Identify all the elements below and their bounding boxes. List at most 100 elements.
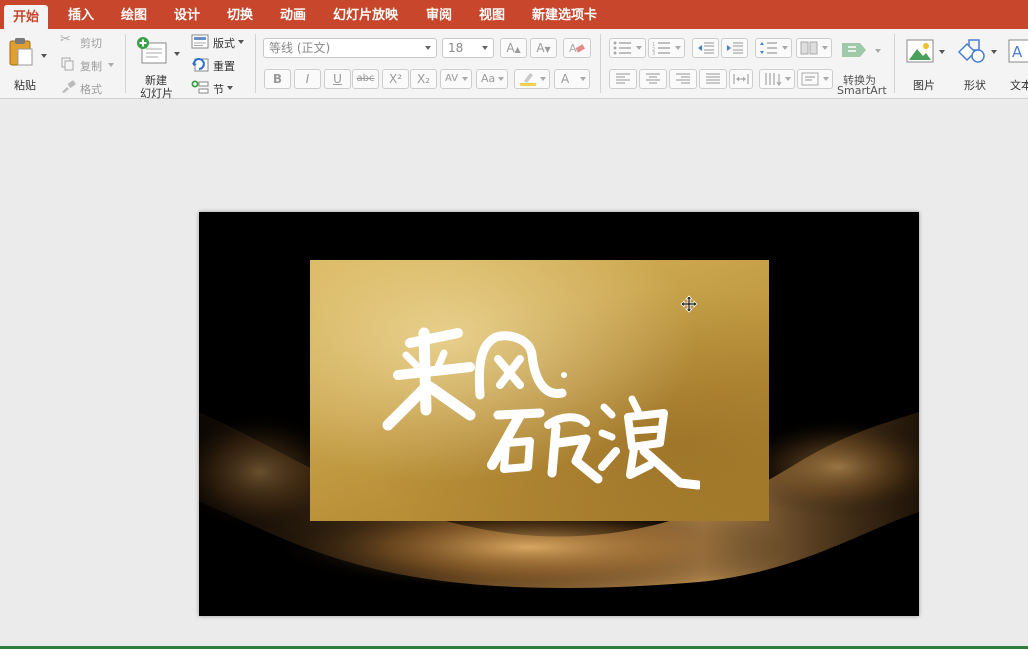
group-separator bbox=[894, 34, 895, 93]
align-left-button[interactable] bbox=[609, 69, 637, 89]
font-size-select[interactable]: 18 bbox=[442, 38, 494, 58]
textbox-label: 文本 bbox=[1010, 79, 1028, 91]
text-direction-icon bbox=[765, 73, 782, 86]
columns-button[interactable] bbox=[796, 38, 832, 58]
justify-button[interactable] bbox=[699, 69, 727, 89]
svg-text:3: 3 bbox=[652, 51, 655, 55]
bullet-list-icon bbox=[613, 41, 631, 55]
picture-icon bbox=[906, 39, 934, 63]
new-slide-button[interactable]: 新建 幻灯片 bbox=[133, 34, 181, 100]
tab-slideshow[interactable]: 幻灯片放映 bbox=[324, 0, 407, 29]
shape-dropdown-icon[interactable] bbox=[991, 50, 997, 54]
italic-button[interactable]: I bbox=[294, 69, 321, 89]
section-button[interactable]: 节 bbox=[189, 79, 239, 96]
font-size-value: 18 bbox=[448, 41, 464, 55]
align-left-icon bbox=[616, 73, 630, 84]
paste-icon bbox=[9, 38, 33, 66]
font-name-value: 等线 (正文) bbox=[269, 41, 331, 55]
cut-label: 剪切 bbox=[80, 37, 102, 50]
grow-font-button[interactable]: A▲ bbox=[500, 38, 527, 58]
bullets-button[interactable] bbox=[609, 38, 646, 58]
increase-indent-button[interactable] bbox=[721, 38, 748, 58]
align-right-icon bbox=[676, 73, 690, 84]
justify-icon bbox=[706, 73, 720, 84]
tab-design[interactable]: 设计 bbox=[165, 0, 209, 29]
group-separator bbox=[600, 34, 601, 93]
copy-button[interactable]: 复制 bbox=[58, 56, 118, 73]
align-text-button[interactable] bbox=[797, 69, 833, 89]
layout-dropdown-icon[interactable] bbox=[238, 40, 244, 44]
superscript-button[interactable]: X² bbox=[382, 69, 409, 89]
shrink-font-button[interactable]: A▼ bbox=[530, 38, 557, 58]
smartart-icon bbox=[842, 43, 866, 57]
highlight-button[interactable] bbox=[514, 69, 550, 89]
section-dropdown-icon[interactable] bbox=[227, 86, 233, 90]
reset-label: 重置 bbox=[213, 60, 235, 73]
convert-smartart-button[interactable]: 转换为 SmartArt bbox=[836, 35, 887, 97]
copy-dropdown-icon[interactable] bbox=[108, 63, 114, 67]
align-center-button[interactable] bbox=[639, 69, 667, 89]
copy-icon bbox=[61, 57, 74, 71]
textbox-button[interactable]: A 文本 bbox=[1005, 35, 1028, 91]
decrease-indent-button[interactable] bbox=[692, 38, 719, 58]
picture-dropdown-icon[interactable] bbox=[939, 50, 945, 54]
tab-new[interactable]: 新建选项卡 bbox=[523, 0, 606, 29]
align-center-icon bbox=[646, 73, 660, 84]
underline-button[interactable]: U bbox=[324, 69, 351, 89]
distributed-button[interactable] bbox=[729, 69, 753, 89]
tab-home[interactable]: 开始 bbox=[4, 5, 49, 29]
line-spacing-button[interactable] bbox=[755, 38, 792, 58]
text-direction-button[interactable] bbox=[759, 69, 795, 89]
font-color-button[interactable]: A bbox=[554, 69, 590, 89]
layout-button[interactable]: 版式 bbox=[189, 33, 247, 50]
move-cursor-icon bbox=[680, 295, 698, 313]
section-label: 节 bbox=[213, 83, 224, 96]
slide-canvas[interactable] bbox=[199, 212, 919, 616]
char-spacing-button[interactable]: AV bbox=[440, 69, 472, 89]
gold-texture-block[interactable] bbox=[310, 260, 769, 521]
copy-label: 复制 bbox=[80, 60, 102, 73]
svg-text:A: A bbox=[1012, 43, 1023, 61]
tab-review[interactable]: 审阅 bbox=[417, 0, 461, 29]
tab-transitions[interactable]: 切换 bbox=[218, 0, 262, 29]
shape-button[interactable]: 形状 bbox=[955, 35, 999, 92]
font-name-dropdown-icon[interactable] bbox=[425, 46, 431, 50]
subscript-button[interactable]: X₂ bbox=[410, 69, 437, 89]
tab-animations[interactable]: 动画 bbox=[271, 0, 315, 29]
shrink-font-icon: A bbox=[536, 41, 545, 55]
textbox-icon: A bbox=[1008, 39, 1028, 63]
align-right-button[interactable] bbox=[669, 69, 697, 89]
numbering-button[interactable]: 1 2 3 bbox=[648, 38, 685, 58]
smartart-dropdown-icon[interactable] bbox=[875, 49, 881, 53]
paste-dropdown-icon[interactable] bbox=[41, 54, 47, 58]
paste-button[interactable]: 粘贴 bbox=[5, 35, 47, 92]
reset-button[interactable]: 重置 bbox=[189, 56, 241, 73]
font-name-select[interactable]: 等线 (正文) bbox=[263, 38, 437, 58]
distributed-icon bbox=[733, 74, 749, 84]
new-slide-dropdown-icon[interactable] bbox=[174, 52, 180, 56]
tab-insert[interactable]: 插入 bbox=[59, 0, 103, 29]
tab-view[interactable]: 视图 bbox=[470, 0, 514, 29]
cut-button[interactable]: ✂ 剪切 bbox=[58, 32, 110, 50]
paste-label: 粘贴 bbox=[14, 79, 36, 92]
picture-button[interactable]: 图片 bbox=[903, 35, 947, 92]
ribbon-tab-bar: 开始 插入 绘图 设计 切换 动画 幻灯片放映 审阅 视图 新建选项卡 bbox=[0, 0, 1028, 29]
strikethrough-button[interactable]: abc bbox=[352, 69, 379, 89]
layout-label: 版式 bbox=[213, 37, 235, 50]
brush-icon bbox=[62, 80, 76, 93]
font-color-icon: A bbox=[561, 72, 570, 86]
align-text-icon bbox=[801, 72, 819, 86]
reset-icon bbox=[192, 58, 209, 72]
tab-draw[interactable]: 绘图 bbox=[112, 0, 156, 29]
numbered-list-icon: 1 2 3 bbox=[652, 42, 670, 55]
outdent-icon bbox=[697, 42, 714, 54]
ribbon: 粘贴 ✂ 剪切 复制 格式 新建 幻灯片 版式 重置 节 等线 (正文) 18 … bbox=[0, 29, 1028, 100]
layout-icon bbox=[191, 34, 209, 49]
change-case-button[interactable]: Aa bbox=[476, 69, 508, 89]
clear-formatting-button[interactable]: A bbox=[563, 38, 591, 58]
font-size-dropdown-icon[interactable] bbox=[482, 46, 488, 50]
calligraphy-art bbox=[382, 327, 700, 490]
bold-button[interactable]: B bbox=[264, 69, 291, 89]
shape-icon bbox=[957, 39, 985, 63]
format-painter-button[interactable]: 格式 bbox=[58, 79, 110, 96]
